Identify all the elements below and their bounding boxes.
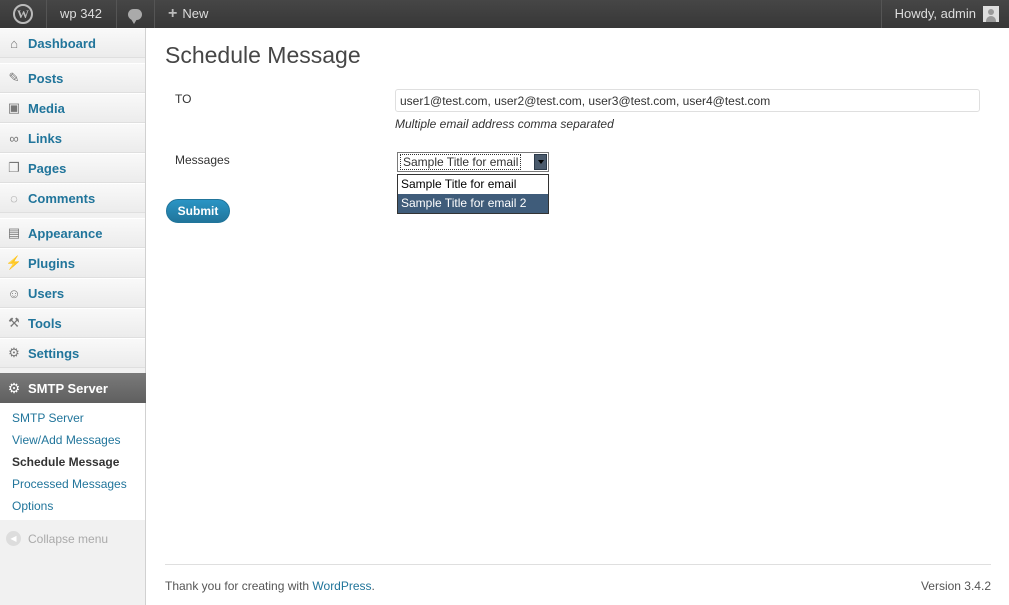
menu-label: Dashboard [28, 35, 96, 51]
menu-label: Appearance [28, 225, 103, 241]
footer-divider [165, 564, 991, 565]
menu-label: Tools [28, 315, 62, 331]
admin-menu: ⌂ Dashboard ✎ Posts ▣ Media ∞ Links ❐ Pa… [0, 28, 146, 605]
wordpress-link[interactable]: WordPress [312, 579, 371, 593]
menu-item-pages[interactable]: ❐ Pages [0, 153, 145, 183]
submenu-processed-messages[interactable]: Processed Messages [0, 475, 145, 497]
smtp-submenu: SMTP Server View/Add Messages Schedule M… [0, 403, 145, 520]
menu-item-users[interactable]: ☺ Users [0, 278, 145, 308]
gear-icon: ⚙ [7, 379, 21, 396]
menu-item-tools[interactable]: ⚒ Tools [0, 308, 145, 338]
submenu-schedule-message[interactable]: Schedule Message [0, 453, 145, 475]
admin-bar: W wp 342 + New Howdy, admin [0, 0, 1009, 28]
media-icon: ▣ [7, 100, 21, 115]
pushpin-icon: ✎ [8, 70, 20, 85]
menu-item-smtp-server[interactable]: ⚙ SMTP Server [0, 373, 146, 403]
plus-icon: + [168, 5, 178, 22]
menu-label: Posts [28, 70, 64, 86]
comment-bubble-icon: ◌ [10, 190, 18, 206]
menu-label: Links [28, 130, 62, 146]
divider [881, 0, 882, 28]
plug-icon: ⚡ [5, 255, 23, 270]
chevron-down-icon[interactable] [534, 154, 547, 170]
users-icon: ☺ [7, 285, 21, 301]
messages-select[interactable]: Sample Title for email [397, 152, 549, 172]
menu-item-posts[interactable]: ✎ Posts [0, 63, 145, 93]
menu-item-comments[interactable]: ◌ Comments [0, 183, 145, 213]
to-email-input[interactable] [395, 89, 980, 112]
messages-dropdown-list: Sample Title for email Sample Title for … [397, 174, 549, 214]
submenu-view-add-messages[interactable]: View/Add Messages [0, 431, 145, 453]
submit-button[interactable]: Submit [166, 199, 230, 223]
account-menu[interactable]: Howdy, admin [895, 0, 999, 28]
submenu-options[interactable]: Options [0, 497, 145, 519]
menu-label: Users [28, 285, 65, 301]
tools-icon: ⚒ [8, 315, 20, 330]
footer-thanks-text: Thank you for creating with [165, 579, 313, 593]
messages-label: Messages [175, 153, 230, 167]
collapse-arrow-icon: ◀ [6, 531, 21, 546]
menu-label: Plugins [28, 255, 75, 271]
menu-item-settings[interactable]: ⚙ Settings [0, 338, 145, 368]
dropdown-option[interactable]: Sample Title for email [398, 175, 548, 194]
appearance-icon: ▤ [7, 225, 21, 240]
collapse-menu-button[interactable]: ◀ Collapse menu [6, 531, 108, 546]
menu-item-appearance[interactable]: ▤ Appearance [0, 218, 145, 248]
submenu-smtp-server[interactable]: SMTP Server [0, 409, 145, 431]
menu-label: Pages [28, 160, 67, 176]
howdy-text: Howdy, admin [894, 6, 976, 21]
menu-label: Media [28, 100, 65, 116]
site-name-link[interactable]: wp 342 [46, 0, 116, 28]
comments-button[interactable] [116, 0, 154, 28]
main-content: Schedule Message TO Multiple email addre… [146, 28, 1009, 605]
menu-label: SMTP Server [28, 380, 108, 396]
new-content-button[interactable]: + New [154, 0, 228, 28]
menu-label: Comments [28, 190, 96, 206]
wordpress-logo-icon: W [13, 4, 33, 24]
avatar [983, 5, 999, 22]
settings-icon: ⚙ [8, 345, 20, 360]
wordpress-logo-button[interactable]: W [0, 0, 46, 28]
footer-thanks: Thank you for creating with WordPress. [165, 579, 375, 593]
page-title: Schedule Message [165, 42, 361, 68]
to-hint: Multiple email address comma separated [395, 117, 614, 131]
comment-bubble-icon [128, 8, 142, 24]
house-icon: ⌂ [10, 35, 18, 51]
pages-icon: ❐ [8, 160, 20, 175]
footer-period: . [371, 579, 375, 593]
to-label: TO [175, 92, 192, 106]
menu-item-dashboard[interactable]: ⌂ Dashboard [0, 28, 145, 58]
chain-link-icon: ∞ [9, 130, 19, 146]
menu-item-links[interactable]: ∞ Links [0, 123, 145, 153]
version-text: Version 3.4.2 [920, 579, 991, 593]
menu-item-plugins[interactable]: ⚡ Plugins [0, 248, 145, 278]
dropdown-option-highlighted[interactable]: Sample Title for email 2 [398, 194, 548, 213]
new-label: New [182, 6, 209, 21]
collapse-label: Collapse menu [28, 531, 109, 546]
selected-message: Sample Title for email [400, 154, 522, 170]
menu-item-media[interactable]: ▣ Media [0, 93, 145, 123]
menu-label: Settings [28, 345, 80, 361]
